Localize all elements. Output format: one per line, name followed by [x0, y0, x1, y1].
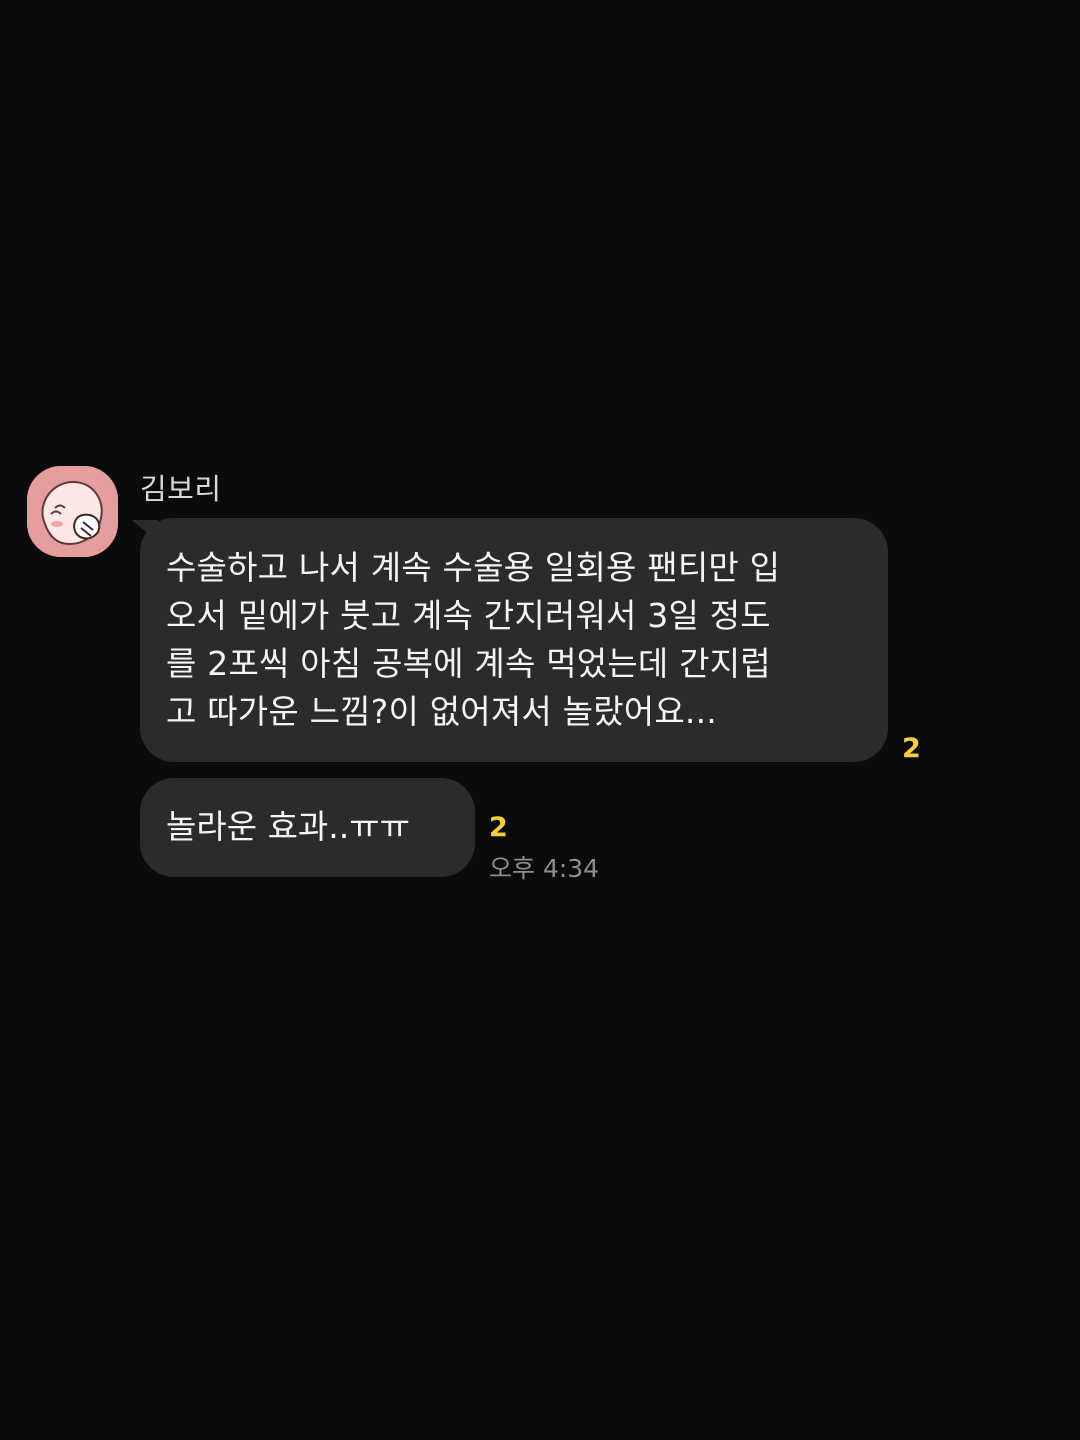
message-line: 오서 밑에가 붓고 계속 간지러워서 3일 정도 — [166, 596, 771, 635]
sender-name: 김보리 — [140, 472, 222, 506]
sender-avatar[interactable] — [27, 466, 118, 557]
unread-count: 2 — [902, 733, 921, 764]
peach-character-avatar-icon — [27, 466, 118, 557]
message-timestamp: 오후 4:34 — [489, 854, 600, 883]
message-line: 수술하고 나서 계속 수술용 일회용 팬티만 입 — [166, 548, 781, 587]
unread-count: 2 — [489, 812, 508, 843]
message-line: 를 2포씩 아침 공복에 계속 먹었는데 간지럽 — [166, 644, 771, 683]
message-line: 고 따가운 느낌?이 없어져서 놀랐어요... — [166, 692, 717, 731]
message-bubble[interactable]: 수술하고 나서 계속 수술용 일회용 팬티만 입 오서 밑에가 붓고 계속 간지… — [140, 518, 888, 762]
chat-area: 김보리 수술하고 나서 계속 수술용 일회용 팬티만 입 오서 밑에가 붓고 계… — [0, 0, 1080, 1440]
message-bubble[interactable]: 놀라운 효과..ㅠㅠ — [140, 778, 475, 877]
